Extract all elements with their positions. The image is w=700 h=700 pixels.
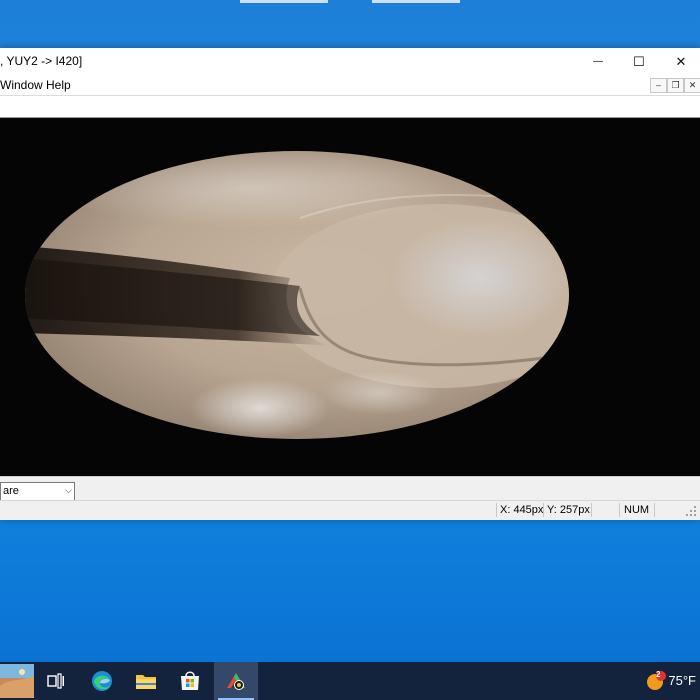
- status-separator: [543, 503, 544, 517]
- camera-app-button[interactable]: [214, 662, 258, 700]
- title-bar[interactable]: , YUY2 -> I420] — ☐ ✕: [0, 48, 700, 75]
- close-icon: ✕: [675, 53, 687, 69]
- status-separator: [619, 503, 620, 517]
- close-icon: ✕: [688, 80, 697, 90]
- edge-icon: [92, 671, 112, 691]
- toolbar: [0, 95, 700, 118]
- status-y-coordinate: Y: 257px: [547, 504, 590, 516]
- edge-button[interactable]: [80, 662, 124, 700]
- desktop-window-edge-right: [372, 0, 460, 3]
- endoscope-image: [25, 151, 569, 439]
- menu-window[interactable]: Window: [0, 78, 43, 92]
- status-separator: [591, 503, 592, 517]
- desktop-window-edge-left: [240, 0, 328, 3]
- close-button[interactable]: ✕: [659, 48, 700, 75]
- menu-help[interactable]: Help: [46, 78, 71, 92]
- status-num-lock: NUM: [624, 504, 650, 516]
- mdi-minimize-button[interactable]: –: [650, 78, 667, 93]
- mdi-restore-button[interactable]: ❐: [667, 78, 684, 93]
- taskbar: 2 75°F: [0, 662, 700, 700]
- status-separator: [496, 503, 497, 517]
- resize-grip-icon[interactable]: [686, 506, 698, 518]
- start-widget[interactable]: [0, 662, 34, 700]
- status-x-coordinate: X: 445px: [500, 504, 544, 516]
- status-separator: [654, 503, 655, 517]
- minimize-icon: –: [655, 80, 661, 90]
- app-window: , YUY2 -> I420] — ☐ ✕ Window Help – ❐ ✕: [0, 48, 700, 520]
- file-explorer-button[interactable]: [124, 662, 168, 700]
- chevron-down-icon: ⌵: [65, 485, 72, 495]
- bottom-panel: are ⌵: [0, 476, 700, 501]
- landscape-thumbnail-icon: [0, 664, 34, 698]
- minimize-button[interactable]: —: [576, 48, 620, 75]
- store-button[interactable]: [168, 662, 212, 700]
- maximize-button[interactable]: ☐: [617, 48, 661, 75]
- camera-app-icon: [227, 673, 245, 690]
- minimize-icon: —: [593, 56, 603, 67]
- restore-icon: ❐: [671, 80, 680, 90]
- video-frame[interactable]: [0, 118, 700, 476]
- menu-bar: Window Help: [0, 75, 700, 95]
- maximize-icon: ☐: [633, 53, 645, 69]
- status-bar: X: 445px Y: 257px NUM: [0, 500, 700, 520]
- weather-temperature[interactable]: 75°F: [668, 673, 696, 688]
- window-title: , YUY2 -> I420]: [0, 54, 83, 68]
- folder-icon: [136, 675, 156, 689]
- mdi-close-button[interactable]: ✕: [684, 78, 700, 93]
- store-icon: [181, 671, 199, 690]
- mode-select-value: are: [3, 485, 19, 497]
- mode-select[interactable]: are ⌵: [0, 482, 75, 501]
- taskview-icon: [47, 673, 64, 689]
- weather-badge: 2: [656, 670, 661, 679]
- task-view-button[interactable]: [34, 662, 78, 700]
